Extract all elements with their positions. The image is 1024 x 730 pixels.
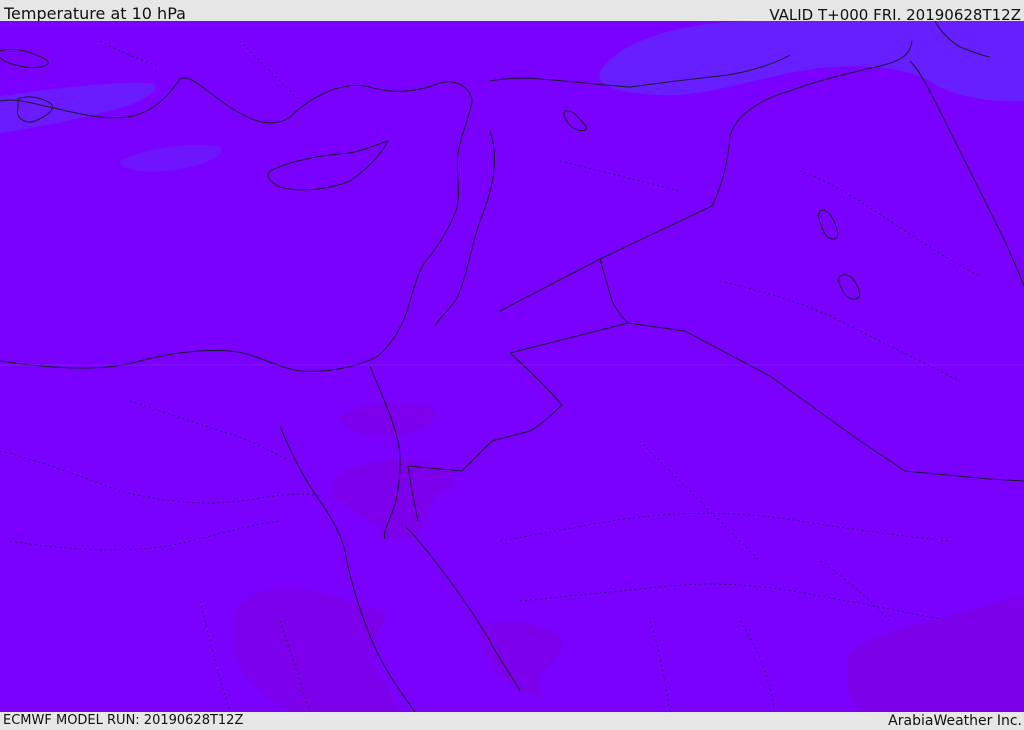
temperature-map[interactable] (0, 21, 1024, 712)
map-canvas (0, 21, 1024, 712)
model-run: ECMWF MODEL RUN: 20190628T12Z (3, 713, 244, 728)
base-field (0, 21, 1024, 712)
footer-bar: ECMWF MODEL RUN: 20190628T12Z ArabiaWeat… (0, 712, 1024, 729)
header-bar: Temperature at 10 hPa VALID T+000 FRI. 2… (0, 0, 1024, 24)
credit: ArabiaWeather Inc. (888, 713, 1022, 729)
